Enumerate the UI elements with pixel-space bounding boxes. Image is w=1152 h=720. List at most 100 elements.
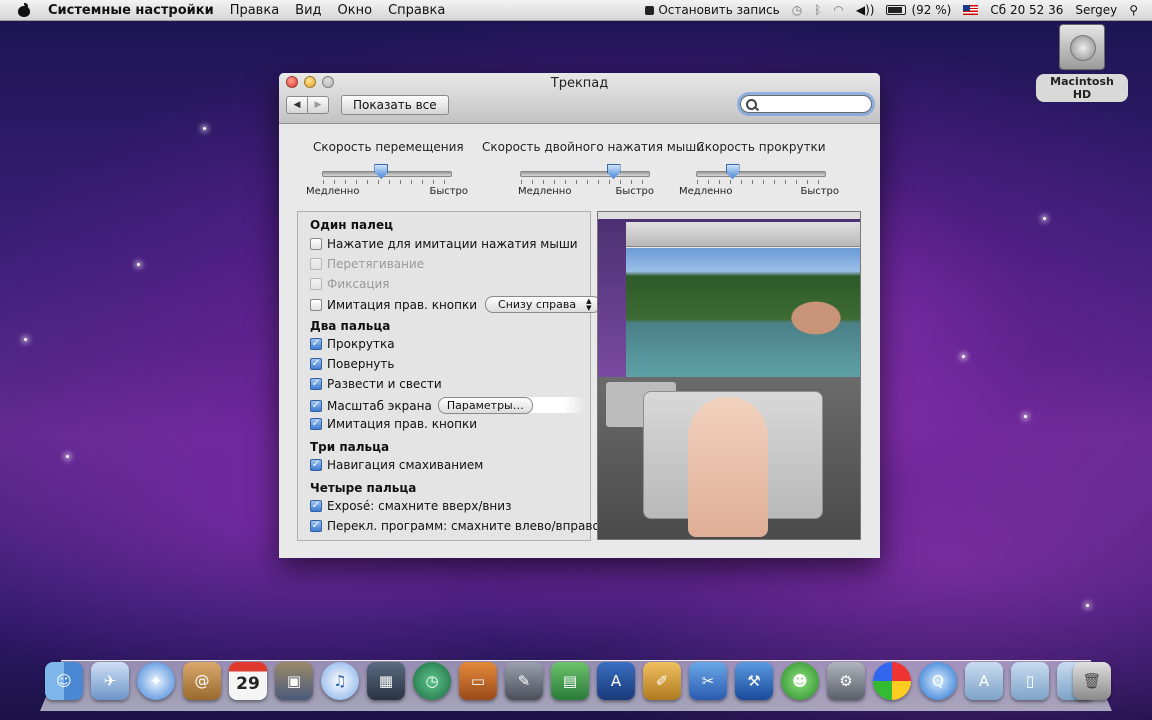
dragging-label: Перетягивание (327, 257, 425, 271)
adium-icon[interactable]: ☻ (781, 662, 819, 700)
documents-stack-icon[interactable]: ▯ (1011, 662, 1049, 700)
swipe-navigation-row[interactable]: ✓ Навигация смахиванием (310, 458, 483, 472)
system-tool-icon[interactable]: ✎ (505, 662, 543, 700)
xcode-icon[interactable]: A (597, 662, 635, 700)
menu-clock[interactable]: Сб 20 52 36 (984, 3, 1069, 17)
back-arrow-icon[interactable]: ◀ (287, 97, 307, 113)
expose-label: Exposé: смахните вверх/вниз (327, 499, 512, 513)
menu-user[interactable]: Sergey (1069, 3, 1123, 17)
search-input[interactable] (761, 98, 861, 110)
numbers-icon[interactable]: ▤ (551, 662, 589, 700)
bluetooth-icon[interactable]: ᛒ (808, 3, 827, 17)
volume-icon[interactable]: ◀)) (850, 3, 881, 17)
rotate-row[interactable]: ✓ Повернуть (310, 357, 394, 371)
window-titlebar[interactable]: Трекпад ◀ ▶ Показать все (279, 73, 880, 124)
itunes-icon[interactable]: ♫ (321, 662, 359, 700)
menu-window[interactable]: Окно (330, 3, 381, 18)
tracking-speed-thumb[interactable] (374, 164, 389, 179)
safari-icon[interactable]: ✦ (137, 662, 175, 700)
forward-arrow-icon[interactable]: ▶ (307, 97, 328, 113)
tap-to-click-row[interactable]: Нажатие для имитации нажатия мыши (310, 237, 578, 251)
hard-drive-icon (1059, 24, 1105, 70)
system-preferences-icon[interactable]: ⚙ (827, 662, 865, 700)
tracking-max-label: Быстро (429, 186, 468, 197)
apple-menu-icon[interactable] (16, 3, 32, 17)
iphoto-icon[interactable]: ▣ (275, 662, 313, 700)
two-fingers-title: Два пальца (310, 319, 391, 333)
search-field[interactable] (740, 95, 872, 113)
tracking-speed-slider[interactable] (322, 164, 452, 184)
star (137, 263, 140, 266)
preview-trackpad-scene (598, 377, 860, 539)
app-switch-row[interactable]: ✓ Перекл. программ: смахните влево/вправ… (310, 519, 600, 533)
double-click-speed-thumb[interactable] (606, 164, 621, 179)
two-finger-secondary-click-row[interactable]: ✓ Имитация прав. кнопки (310, 417, 477, 431)
applications-stack-icon[interactable]: A (965, 662, 1003, 700)
secondary-click-corner-popup[interactable]: Снизу справа ▲ ▼ (485, 296, 601, 313)
battery-item[interactable]: (92 %) (880, 3, 957, 17)
spotlight-icon[interactable]: ⚲ (1123, 3, 1152, 17)
ical-icon[interactable]: 29 (229, 662, 267, 700)
expose-row[interactable]: ✓ Exposé: смахните вверх/вниз (310, 499, 511, 513)
menu-edit[interactable]: Правка (222, 3, 287, 18)
pinch-checkbox[interactable]: ✓ (310, 378, 322, 390)
menu-help[interactable]: Справка (380, 3, 453, 18)
mail-icon[interactable]: ✈ (91, 662, 129, 700)
swipe-navigation-label: Навигация смахиванием (327, 458, 484, 472)
one-finger-secondary-click-label: Имитация прав. кнопки (327, 297, 478, 312)
quicktime-icon[interactable]: Q (919, 662, 957, 700)
drag-lock-row: Фиксация (310, 277, 390, 291)
app-switch-label: Перекл. программ: смахните влево/вправо (327, 519, 600, 533)
app-switch-checkbox[interactable]: ✓ (310, 520, 322, 532)
screen-zoom-checkbox[interactable]: ✓ (310, 399, 322, 412)
swipe-navigation-checkbox[interactable]: ✓ (310, 459, 322, 471)
one-finger-secondary-click-checkbox[interactable] (310, 298, 322, 311)
double-click-speed-slider[interactable] (520, 164, 650, 184)
scroll-speed-title: Скорость прокрутки (696, 140, 826, 154)
scroll-row[interactable]: ✓ Прокрутка (310, 337, 395, 351)
dock-icons: ☺ ✈ ✦ @ 29 ▣ ♫ ▦ ◷ ▭ ✎ ▤ A ✐ ✂ ⚒ ☻ ⚙ Q A… (45, 662, 1115, 708)
pinch-row[interactable]: ✓ Развести и свести (310, 377, 442, 391)
star (1086, 604, 1089, 607)
rotate-checkbox[interactable]: ✓ (310, 358, 322, 370)
keynote-icon[interactable]: ▭ (459, 662, 497, 700)
scroll-speed-slider[interactable] (696, 164, 826, 184)
menu-app-name[interactable]: Системные настройки (40, 3, 222, 18)
double-click-speed-group: Скорость двойного нажатия мыши Медленно … (482, 140, 705, 197)
macintosh-hd-desktop-icon[interactable]: Macintosh HD (1036, 24, 1128, 102)
rotate-label: Повернуть (327, 357, 395, 371)
screen-zoom-row[interactable]: ✓ Масштаб экрана Параметры… (310, 397, 533, 414)
expose-checkbox[interactable]: ✓ (310, 500, 322, 512)
scroll-speed-group: Скорость прокрутки Медленно Быстро (679, 140, 839, 197)
input-source-flag-icon[interactable] (957, 5, 984, 15)
spaces-icon[interactable]: ▦ (367, 662, 405, 700)
preview-menubar (598, 212, 860, 219)
tracking-min-label: Медленно (306, 186, 360, 197)
scroll-checkbox[interactable]: ✓ (310, 338, 322, 350)
address-book-icon[interactable]: @ (183, 662, 221, 700)
battery-icon (886, 5, 907, 15)
finder-icon[interactable]: ☺ (45, 662, 83, 700)
pages-icon[interactable]: ✂ (689, 662, 727, 700)
star (1024, 415, 1027, 418)
scroll-speed-thumb[interactable] (725, 164, 740, 179)
double-click-speed-title: Скорость двойного нажатия мыши (482, 140, 705, 154)
one-finger-secondary-click-row[interactable]: Имитация прав. кнопки Снизу справа ▲ ▼ (310, 296, 601, 313)
trash-icon[interactable]: 🗑 (1073, 662, 1111, 700)
two-finger-secondary-click-checkbox[interactable]: ✓ (310, 418, 322, 430)
stop-recording-item[interactable]: Остановить запись (639, 3, 785, 17)
time-machine-icon[interactable]: ◷ (786, 3, 808, 17)
instruments-icon[interactable]: ✐ (643, 662, 681, 700)
developer-icon[interactable]: ⚒ (735, 662, 773, 700)
wifi-icon[interactable]: ◠ (827, 3, 849, 17)
star (1043, 217, 1046, 220)
zoom-options-button[interactable]: Параметры… (437, 397, 533, 414)
double-click-max-label: Быстро (615, 186, 654, 197)
preview-toolbar (626, 222, 860, 247)
time-machine-icon[interactable]: ◷ (413, 662, 451, 700)
color-picker-icon[interactable] (873, 662, 911, 700)
tap-to-click-checkbox[interactable] (310, 238, 322, 250)
show-all-button[interactable]: Показать все (341, 95, 449, 115)
menu-view[interactable]: Вид (287, 3, 329, 18)
star (66, 455, 69, 458)
